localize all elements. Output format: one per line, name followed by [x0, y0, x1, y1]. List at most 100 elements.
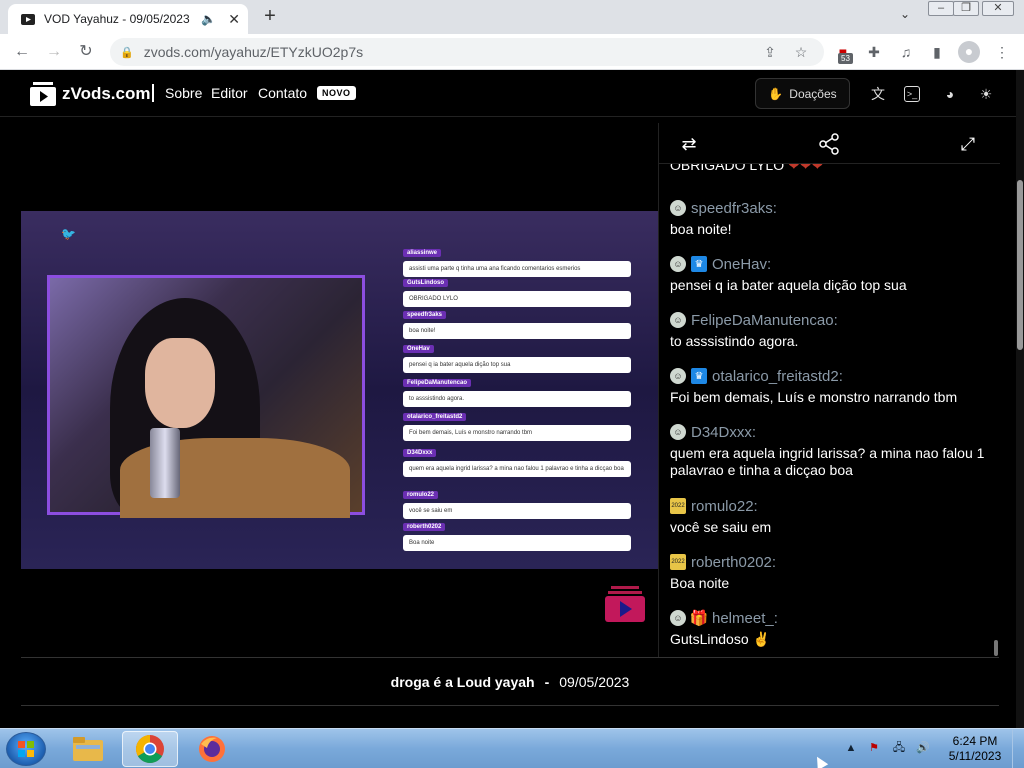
chat-message: ☺ FelipeDaManutencao: to asssistindo agora… — [670, 311, 995, 350]
video-frame[interactable]: 🐦 aliassinwe assisti uma parte q tinha um… — [21, 211, 658, 569]
url-text[interactable]: zvods.com/yayahuz/ETYzkUO2p7s — [144, 44, 363, 60]
overlay-chat-item: GutsLindoso OBRIGADO LYLO — [403, 271, 631, 307]
translate-icon[interactable]: 文 — [868, 84, 888, 104]
fullscreen-icon[interactable]: ⤢ — [957, 133, 979, 155]
chrome-taskbar-button[interactable] — [122, 731, 178, 767]
chat-message: ☺ ♛ OneHav: pensei q ia bater aquela dição … — [670, 255, 995, 294]
close-window-button[interactable]: ✕ — [982, 1, 1014, 16]
forward-button[interactable]: → — [42, 40, 66, 64]
page-scrollbar[interactable] — [1016, 70, 1024, 728]
chat-message-header: ☺ FelipeDaManutencao: — [670, 311, 995, 329]
overlay-chat-user: GutsLindoso — [403, 279, 448, 287]
header-divider — [152, 84, 154, 102]
show-desktop-button[interactable] — [1012, 729, 1024, 768]
gift-badge-icon: 🎁 — [689, 610, 709, 627]
overlay-chat-item: speedfr3aks boa noite! — [403, 303, 631, 339]
chrome-icon — [136, 735, 164, 763]
new-tab-button[interactable]: + — [258, 5, 282, 29]
title-separator: - — [544, 674, 550, 690]
extensions-puzzle-icon[interactable]: ✚ — [864, 42, 884, 62]
tab-search-chevron-icon[interactable]: ⌄ — [896, 7, 914, 25]
profile-avatar-icon[interactable]: ● — [958, 41, 980, 63]
zvods-watermark-icon — [605, 586, 645, 622]
network-icon[interactable]: 🖧 — [891, 740, 907, 756]
user-avatar-icon: ☺ — [670, 610, 686, 626]
chat-message: ☺ speedfr3aks: boa noite! — [670, 199, 995, 238]
user-avatar-icon: ☺ — [670, 256, 686, 272]
nav-editor-link[interactable]: Editor — [211, 85, 248, 101]
content-divider — [21, 705, 999, 728]
chrome-menu-icon[interactable]: ⋮ — [992, 42, 1012, 62]
chat-username[interactable]: OneHav: — [712, 256, 771, 273]
donate-button[interactable]: ✋ Doações — [755, 78, 850, 109]
volume-icon[interactable]: 🔊 — [915, 740, 931, 756]
chat-message-text: GutsLindoso ✌ — [670, 631, 770, 647]
chat-username[interactable]: FelipeDaManutencao: — [691, 312, 838, 329]
chat-message-text: Boa noite — [670, 575, 730, 591]
chat-message-header: ☺ speedfr3aks: — [670, 199, 995, 217]
windows-logo-icon — [18, 741, 34, 757]
chat-panel: ⇄ ⤢ OBRIGADO LYLO ❤❤❤ ☺ speedfr3aks: boa n… — [658, 123, 1000, 657]
streamer-face — [145, 338, 215, 428]
chat-username[interactable]: speedfr3aks: — [691, 200, 777, 217]
restore-button[interactable]: ❐ — [953, 1, 979, 16]
donate-hand-icon: ✋ — [768, 86, 784, 101]
nav-contato-link[interactable]: Contato — [258, 85, 307, 101]
overlay-chat-item: romulo22 você se saiu em — [403, 483, 631, 519]
chat-message-header: ☺ 🎁 helmeet_: — [670, 609, 995, 627]
chat-username[interactable]: helmeet_: — [712, 610, 778, 627]
new-badge: NOVO — [317, 86, 356, 100]
media-control-icon[interactable]: ♫ — [896, 42, 916, 62]
theme-sun-icon[interactable]: ☀ — [976, 84, 996, 104]
start-button[interactable] — [6, 732, 46, 766]
share-page-icon[interactable]: ⇪ — [760, 42, 780, 62]
chat-username[interactable]: otalarico_freitastd2: — [712, 368, 843, 385]
bookmark-star-icon[interactable]: ☆ — [791, 42, 811, 62]
overlay-chat: aliassinwe assisti uma parte q tinha uma … — [403, 241, 631, 551]
twitter-bird-icon: 🐦 — [61, 227, 76, 241]
youtube-favicon-icon — [20, 11, 36, 27]
user-avatar-icon: ☺ — [670, 368, 686, 384]
swap-arrows-icon[interactable]: ⇄ — [678, 133, 700, 155]
chat-message-text: boa noite! — [670, 221, 732, 237]
clock-date: 5/11/2023 — [948, 749, 1002, 763]
subscriber-crown-icon: ♛ — [691, 368, 707, 384]
chat-message-header: 2022 romulo22: — [670, 497, 995, 515]
system-clock[interactable]: 6:24 PM 5/11/2023 — [940, 734, 1010, 764]
reload-button[interactable]: ↻ — [74, 40, 98, 64]
clock-time: 6:24 PM — [952, 734, 998, 748]
overlay-chat-text: quem era aquela ingrid larissa? a mina n… — [403, 461, 631, 477]
side-panel-icon[interactable]: ▮ — [927, 42, 947, 62]
show-hidden-icons-chevron-icon[interactable]: ▲ — [843, 740, 859, 756]
heart-emotes-icon: ❤❤❤ — [788, 164, 824, 173]
discord-icon[interactable]: ◕ — [940, 84, 960, 104]
share-icon[interactable] — [818, 133, 840, 155]
firefox-taskbar-button[interactable] — [184, 731, 240, 767]
browser-tab[interactable]: VOD Yayahuz - 09/05/2023 | 🔈 ✕ — [8, 4, 248, 34]
tab-audio-icon[interactable]: 🔈 — [201, 12, 216, 26]
file-explorer-taskbar-button[interactable] — [60, 731, 116, 767]
chat-username[interactable]: D34Dxxx: — [691, 424, 756, 441]
chat-scrollbar[interactable] — [994, 640, 998, 656]
overlay-chat-item: OneHav pensei q ia bater aquela dição top… — [403, 337, 631, 373]
minimize-button[interactable]: – — [928, 1, 954, 16]
lock-icon[interactable]: 🔒 — [120, 46, 134, 59]
overlay-chat-item: otalarico_freitastd2 Foi bem demais, Luís… — [403, 405, 631, 441]
overlay-chat-user: romulo22 — [403, 491, 439, 499]
chat-username[interactable]: romulo22: — [691, 498, 758, 515]
tab-close-icon[interactable]: ✕ — [228, 11, 240, 28]
overlay-chat-text: Boa noite — [403, 535, 631, 551]
page-scrollbar-thumb[interactable] — [1017, 180, 1023, 350]
chat-message-text: OBRIGADO LYLO — [670, 164, 785, 173]
overlay-chat-item: D34Dxxx quem era aquela ingrid larissa? a… — [403, 441, 631, 477]
nav-sobre-link[interactable]: Sobre — [165, 85, 202, 101]
address-bar[interactable]: 🔒 zvods.com/yayahuz/ETYzkUO2p7s — [110, 38, 824, 66]
site-logo[interactable]: zVods.com — [30, 82, 150, 106]
action-center-flag-icon[interactable]: ⚑ — [866, 740, 882, 756]
back-button[interactable]: ← — [10, 40, 34, 64]
chat-username[interactable]: roberth0202: — [691, 554, 776, 571]
badge-2022-icon: 2022 — [670, 554, 686, 570]
terminal-icon[interactable]: >_ — [904, 86, 920, 102]
logo-text: zVods.com — [62, 84, 151, 103]
chat-message-list[interactable]: OBRIGADO LYLO ❤❤❤ ☺ speedfr3aks: boa noite… — [659, 164, 1000, 657]
